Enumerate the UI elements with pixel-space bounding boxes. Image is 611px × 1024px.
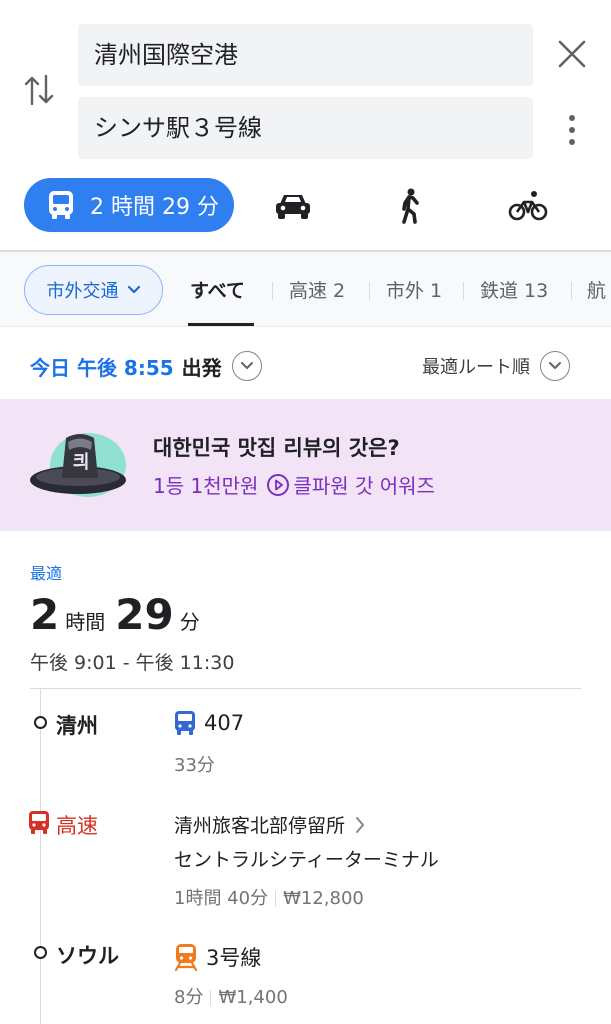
tab-rail[interactable]: 鉄道 13: [480, 276, 548, 303]
ad-title: 대한민국 맛집 리뷰의 갓은?: [153, 436, 400, 460]
bike-mode-tab[interactable]: [504, 184, 552, 228]
separator: [210, 990, 212, 1006]
depart-label: 出発: [181, 355, 222, 380]
duration-minutes: 29: [115, 590, 174, 639]
bus-icon: [175, 711, 195, 735]
tab-all[interactable]: すべて: [190, 276, 245, 303]
tab-separator: [463, 282, 464, 300]
depart-time: 今日 午後 8:55: [30, 355, 174, 380]
terminal-to: セントラルシティーターミナル: [174, 849, 439, 871]
express-bus-icon: [29, 811, 49, 834]
subway-fare: ₩1,400: [218, 987, 288, 1008]
tab-separator: [369, 282, 370, 300]
timeline-line: [40, 688, 41, 1024]
stop-dot: [34, 716, 47, 729]
ad-award-text: 클파원 갓 어워즈: [293, 474, 435, 498]
close-icon: [558, 40, 586, 68]
bike-icon: [508, 191, 548, 221]
duration-hours-unit: 時間: [65, 610, 106, 634]
express-details: 1時間 40分 ₩12,800: [174, 884, 364, 910]
duration-hours: 2: [30, 590, 60, 639]
express-duration: 1時間 40分: [174, 888, 269, 909]
car-icon: [276, 195, 310, 219]
origin-field[interactable]: 清州国際空港: [78, 24, 533, 86]
subway-icon: [174, 944, 198, 971]
bus-number: 407: [204, 711, 245, 735]
tab-separator: [272, 282, 273, 300]
best-route-badge: 最適: [30, 564, 63, 583]
more-vert-icon: [569, 115, 575, 145]
bus-leg[interactable]: 407: [174, 710, 244, 736]
tab-intercity[interactable]: 市外 1: [386, 276, 442, 303]
bus-duration: 33分: [174, 755, 215, 776]
transit-mode-tab[interactable]: 2 時間 29 分: [24, 178, 234, 232]
walk-mode-tab[interactable]: [390, 184, 430, 228]
swap-directions-button[interactable]: [22, 70, 56, 110]
chevron-down-icon: [231, 351, 262, 381]
terminal-from: 清州旅客北部停留所: [174, 815, 346, 837]
chevron-down-icon: [127, 285, 140, 294]
play-circle-icon: [267, 473, 290, 496]
depart-time-selector[interactable]: 今日 午後 8:55 出発: [30, 351, 262, 381]
destination-field[interactable]: シンサ駅３号線: [78, 97, 533, 159]
award-hat-image: 킈: [30, 433, 126, 497]
tabs-divider: [0, 326, 611, 327]
chip-label: 市外交通: [46, 281, 119, 302]
transit-duration-label: 2 時間 29 分: [90, 195, 219, 220]
separator: [275, 891, 277, 907]
sort-selector[interactable]: 最適ルート順: [422, 351, 570, 381]
duration-minutes-unit: 分: [179, 610, 200, 634]
tab-air[interactable]: 航: [587, 276, 606, 303]
sort-label: 最適ルート順: [422, 357, 530, 378]
bus-icon: [49, 191, 73, 219]
chevron-down-icon: [540, 351, 570, 381]
hat-logo-text: 킈: [73, 452, 90, 473]
subway-details: 8分 ₩1,400: [174, 983, 288, 1009]
stop-express: 高速: [56, 814, 98, 838]
intercity-transit-chip[interactable]: 市外交通: [24, 265, 163, 315]
stop-cheongju: 清州: [56, 714, 98, 738]
line-name: 3号線: [206, 946, 262, 970]
ad-subtitle: 1등 1천만원 클파원 갓 어워즈: [153, 470, 435, 499]
close-button[interactable]: [552, 34, 592, 74]
route-time-range: 午後 9:01 - 午後 11:30: [30, 652, 235, 674]
ad-divider: [0, 530, 611, 531]
express-departure-stop[interactable]: 清州旅客北部停留所: [174, 811, 367, 838]
tab-separator: [571, 282, 572, 300]
summary-divider: [30, 688, 581, 689]
route-duration[interactable]: 2 時間 29 分: [30, 590, 210, 639]
subway-leg[interactable]: 3号線: [174, 942, 261, 972]
more-options-button[interactable]: [558, 110, 586, 150]
swap-icon: [24, 74, 54, 106]
stop-dot: [34, 946, 47, 959]
express-fare: ₩12,800: [283, 888, 364, 909]
walk-icon: [402, 188, 419, 224]
subway-duration: 8分: [174, 987, 204, 1008]
ad-prize-text: 1등 1천만원: [153, 474, 259, 498]
stop-seoul: ソウル: [56, 944, 119, 968]
car-mode-tab[interactable]: [268, 184, 318, 228]
chevron-right-icon: [356, 816, 365, 833]
tab-express[interactable]: 高速 2: [289, 276, 345, 303]
